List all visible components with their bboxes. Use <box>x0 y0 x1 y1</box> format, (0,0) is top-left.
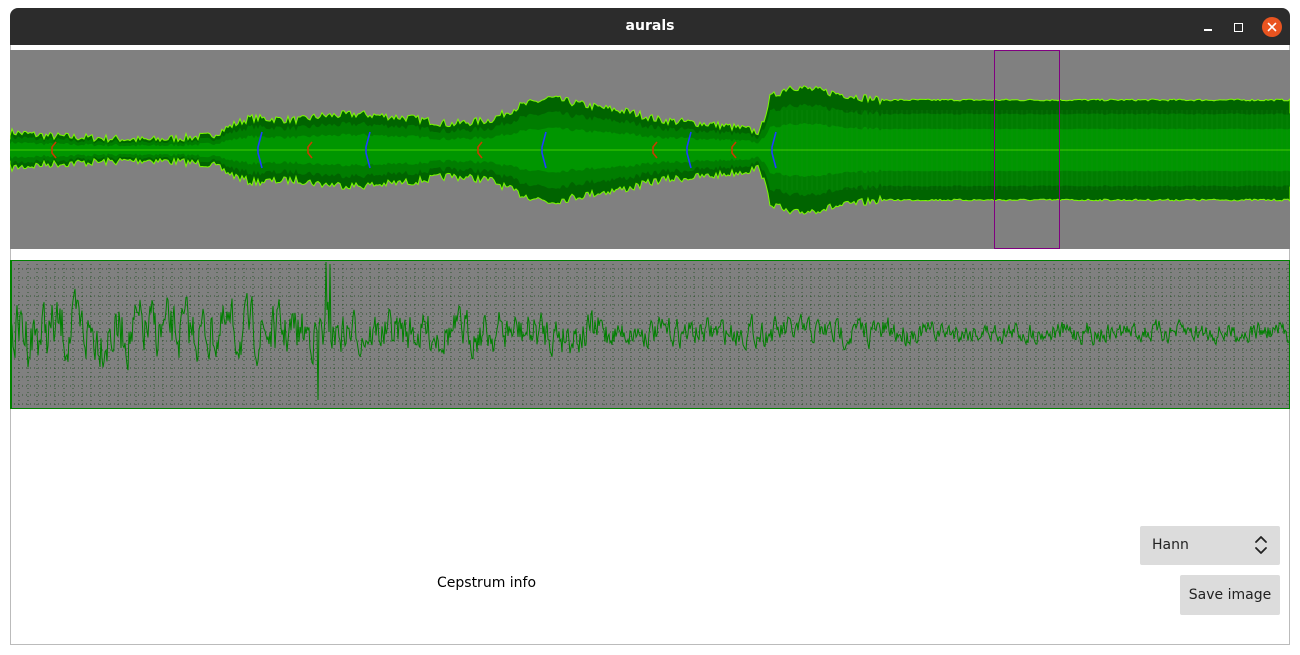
close-icon <box>1267 22 1277 32</box>
waveform-trace <box>10 261 1290 401</box>
minimize-icon <box>1204 29 1212 31</box>
grid-horizontal <box>10 268 1290 405</box>
cepstrum-info-label: Cepstrum info <box>437 575 537 591</box>
minimize-button[interactable] <box>1198 17 1218 37</box>
waveform-graph <box>10 260 1290 409</box>
spectrum-history-graph <box>10 50 1290 249</box>
maximize-icon <box>1233 22 1243 32</box>
close-button[interactable] <box>1262 17 1282 37</box>
spectrum-history-view[interactable] <box>10 50 1290 249</box>
waveform-view[interactable] <box>10 260 1290 409</box>
window-function-value: Hann <box>1152 537 1189 553</box>
window-function-select[interactable]: Hann <box>1140 526 1280 565</box>
save-image-button[interactable]: Save image <box>1180 575 1280 615</box>
maximize-button[interactable] <box>1228 17 1248 37</box>
window-title: aurals <box>625 18 675 34</box>
window-titlebar[interactable]: aurals <box>10 8 1290 45</box>
up-down-chevron-icon <box>1255 536 1267 554</box>
